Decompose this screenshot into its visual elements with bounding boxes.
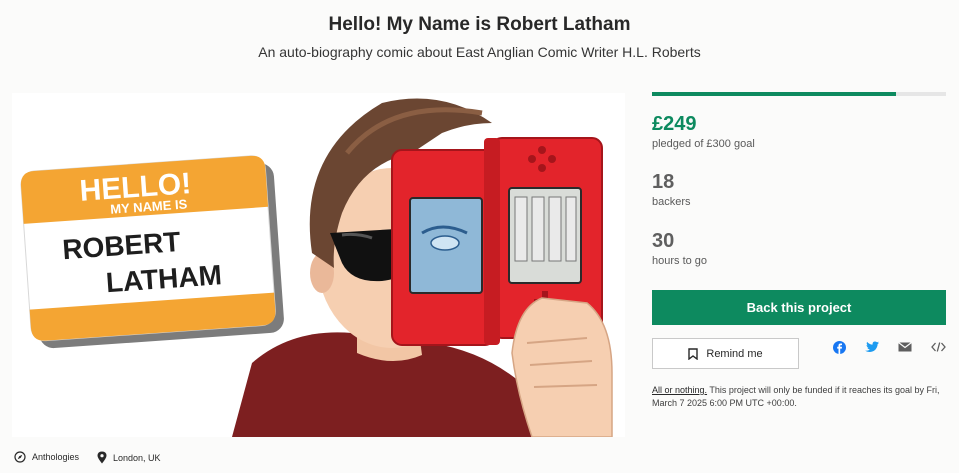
hand (511, 297, 613, 437)
hours-count: 30 (652, 230, 675, 252)
remind-me-button[interactable]: Remind me (652, 338, 799, 369)
stat-hours-to-go: 30 hours to go (652, 231, 707, 267)
project-category[interactable]: Anthologies (14, 451, 79, 463)
location-label: London, UK (113, 452, 161, 463)
project-title: Hello! My Name is Robert Latham (328, 14, 631, 35)
pledged-amount: £249 (652, 113, 697, 135)
backers-count: 18 (652, 171, 675, 193)
stat-pledged: £249 pledged of £300 goal (652, 114, 755, 150)
bookmark-icon (688, 347, 699, 360)
embed-icon[interactable] (930, 339, 946, 355)
stat-backers: 18 backers (652, 172, 691, 208)
project-subtitle: An auto-biography comic about East Angli… (258, 44, 701, 60)
back-this-project-button[interactable]: Back this project (652, 290, 946, 325)
email-icon[interactable] (897, 339, 913, 355)
funding-progress-bar (652, 92, 946, 96)
facebook-icon[interactable] (831, 339, 847, 355)
twitter-icon[interactable] (864, 339, 880, 355)
hero-illustration: HELLO! MY NAME IS ROBERT LATHAM (20, 98, 613, 437)
all-or-nothing-link[interactable]: All or nothing. (652, 385, 707, 395)
location-pin-icon (97, 451, 107, 464)
category-label: Anthologies (32, 452, 80, 462)
project-location[interactable]: London, UK (97, 451, 161, 464)
compass-icon (14, 451, 26, 463)
funding-progress-fill (652, 92, 897, 96)
remind-me-label: Remind me (706, 347, 763, 360)
backers-label: backers (652, 196, 691, 208)
pledged-goal-label: pledged of £300 goal (652, 138, 755, 150)
hours-label: hours to go (652, 255, 708, 267)
project-hero-image[interactable]: HELLO! MY NAME IS ROBERT LATHAM (12, 93, 625, 437)
funding-note: All or nothing. This project will only b… (652, 384, 952, 410)
